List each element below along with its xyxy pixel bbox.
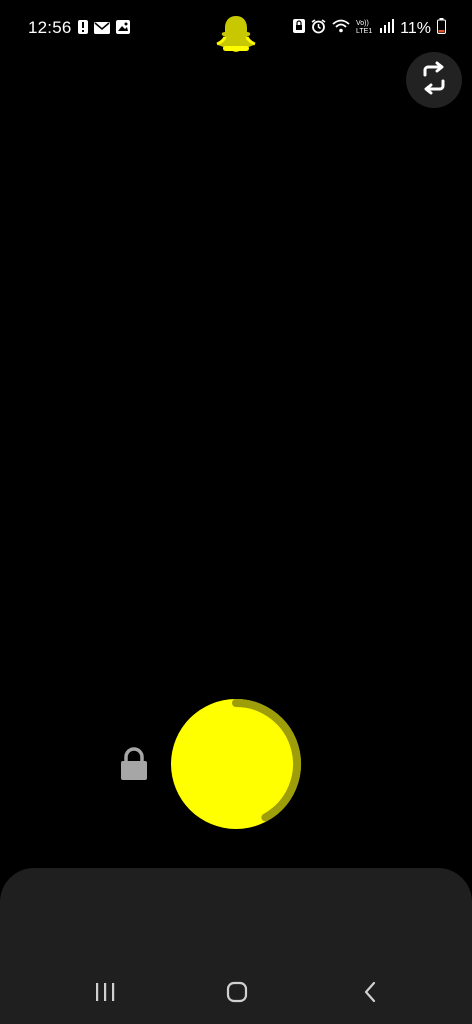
flip-camera-icon [419, 61, 449, 100]
home-button[interactable] [217, 980, 257, 1008]
battery-percent: 11% [400, 19, 431, 37]
battery-icon [437, 18, 446, 39]
flip-camera-button[interactable] [406, 52, 462, 108]
image-icon [116, 20, 130, 39]
lock-screen-icon [293, 19, 306, 38]
back-button[interactable] [350, 980, 390, 1008]
capture-button[interactable] [170, 698, 302, 830]
home-icon [226, 981, 248, 1008]
volte-icon: Vo)) LTE1 [356, 18, 374, 39]
camera-screen: 12:56 Vo)) LTE1 11% [0, 0, 472, 1024]
mail-icon [94, 21, 110, 39]
navigation-bar [0, 968, 472, 1020]
alarm-icon [311, 18, 326, 39]
alert-icon [78, 20, 88, 39]
recent-apps-button[interactable] [85, 980, 125, 1008]
status-time: 12:56 [28, 18, 72, 37]
wifi-icon [332, 19, 350, 38]
back-icon [363, 981, 377, 1008]
status-right-icons: Vo)) LTE1 11% [293, 18, 446, 39]
status-bar: 12:56 Vo)) LTE1 11% [0, 0, 472, 56]
recent-apps-icon [94, 982, 116, 1007]
status-left-icons [78, 20, 130, 39]
recording-progress-ring [232, 699, 301, 822]
lock-icon[interactable] [120, 747, 148, 781]
signal-icon [380, 19, 395, 38]
snapchat-ghost-icon[interactable] [214, 12, 258, 56]
svg-text:Vo)): Vo)) [356, 20, 369, 27]
svg-text:LTE1: LTE1 [356, 28, 372, 34]
